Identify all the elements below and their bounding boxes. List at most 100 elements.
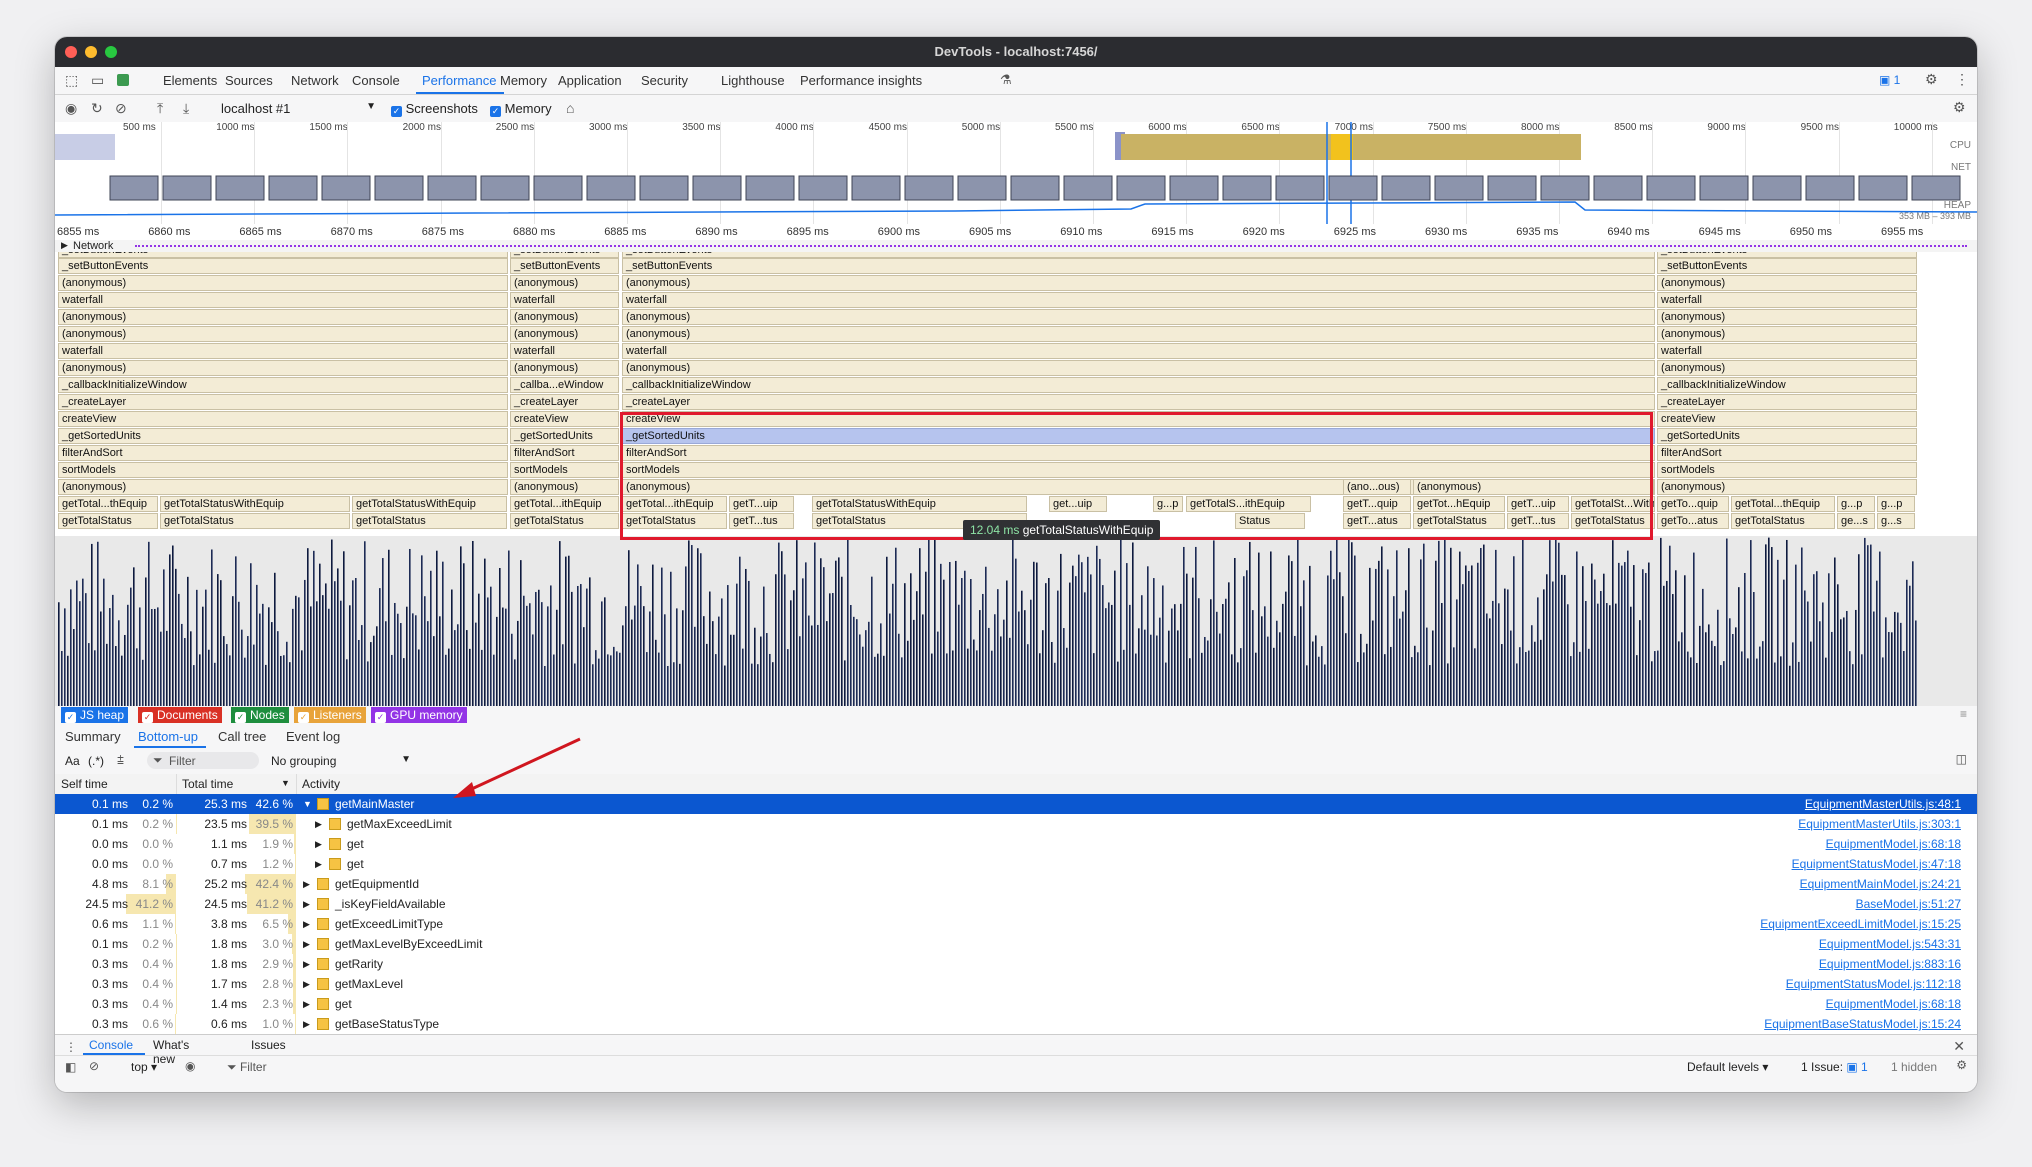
flame-leaf-bar[interactable]: getTotalStatus [352,513,507,529]
source-link[interactable]: EquipmentStatusModel.js:47:18 [1792,857,1961,871]
filter-input[interactable]: ⏷ Filter [147,752,259,769]
tab-elements[interactable]: Elements [163,73,217,88]
flame-chart[interactable]: _setButtonEvents_setButtonEvents(anonymo… [55,252,1977,706]
record-icon[interactable]: ◉ [65,100,77,117]
flame-bar[interactable]: waterfall [622,292,1655,308]
source-link[interactable]: BaseModel.js:51:27 [1856,897,1961,911]
expand-toggle-icon[interactable]: ▶ [315,839,322,850]
screenshot-thumbnail[interactable] [692,175,742,201]
table-row[interactable]: 0.3 ms 0.4 % 1.7 ms 2.8 % ▶ getMaxLevel Equipm… [55,974,1977,994]
flame-bar[interactable]: createView [510,411,619,427]
flame-bar[interactable]: _callba...eWindow [510,377,619,393]
source-link[interactable]: EquipmentStatusModel.js:112:18 [1786,977,1961,991]
flame-bar[interactable]: (anonymous) [58,479,508,495]
screenshot-thumbnail[interactable] [745,175,795,201]
tab-application[interactable]: Application [558,73,622,88]
device-toolbar-icon[interactable]: ▭ [91,72,104,89]
table-row[interactable]: 24.5 ms 41.2 % 24.5 ms 41.2 % ▶ _isKeyFieldAv… [55,894,1977,914]
expand-toggle-icon[interactable]: ▶ [315,859,322,870]
flame-leaf-bar[interactable]: getTotalStatus [160,513,350,529]
screenshot-thumbnail[interactable] [1593,175,1643,201]
screenshot-thumbnail[interactable] [215,175,265,201]
flame-bar[interactable]: _setButtonEvents [622,258,1655,274]
flame-bar[interactable]: (anonymous) [510,360,619,376]
sidebar-toggle-icon[interactable]: ◫ [1956,752,1967,766]
flame-leaf-bar[interactable]: getTotalStatusWithEquip [160,496,350,512]
source-link[interactable]: EquipmentModel.js:883:16 [1819,957,1961,971]
live-expression-eye-icon[interactable]: ◉ [185,1059,195,1073]
flame-bar[interactable]: (anonymous) [1657,479,1917,495]
source-link[interactable]: EquipmentMainModel.js:24:21 [1800,877,1961,891]
screenshot-thumbnail[interactable] [1275,175,1325,201]
flame-bar[interactable]: _createLayer [622,394,1655,410]
drawer-tab-issues[interactable]: Issues [251,1038,286,1052]
screenshot-thumbnail[interactable] [1063,175,1113,201]
flame-bar[interactable]: waterfall [58,292,508,308]
flame-bar[interactable]: (anonymous) [1657,360,1917,376]
tab-security[interactable]: Security [641,73,688,88]
subtab-call-tree[interactable]: Call tree [218,729,266,744]
expand-toggle-icon[interactable]: ▶ [315,819,322,830]
screenshots-checkbox[interactable]: ✓ Screenshots [391,101,478,117]
drawer-tab-console[interactable]: Console [89,1038,133,1052]
source-link[interactable]: EquipmentModel.js:68:18 [1826,997,1961,1011]
legend-item-gpu-memory[interactable]: ✓ GPU memory [371,707,467,723]
flame-leaf-bar[interactable]: getTo...quip [1657,496,1729,512]
settings-gear-icon[interactable]: ⚙ [1925,71,1938,88]
expand-toggle-icon[interactable]: ▼ [303,799,312,809]
screenshot-thumbnail[interactable] [1487,175,1537,201]
flame-bar[interactable]: waterfall [510,292,619,308]
flame-bar[interactable]: createView [1657,411,1917,427]
flame-bar[interactable]: _setButtonEvents [58,258,508,274]
flame-bar[interactable]: waterfall [622,343,1655,359]
flame-bar[interactable]: (anonymous) [58,309,508,325]
log-levels-select[interactable]: Default levels ▾ [1687,1060,1768,1074]
flame-bar[interactable]: _createLayer [58,394,508,410]
flame-bar[interactable]: _getSortedUnits [510,428,619,444]
screenshot-thumbnail[interactable] [1434,175,1484,201]
screenshot-thumbnail[interactable] [957,175,1007,201]
expand-toggle-icon[interactable]: ▶ [303,979,310,990]
screenshot-thumbnail[interactable] [851,175,901,201]
flame-bar[interactable]: _createLayer [1657,394,1917,410]
screenshot-thumbnail[interactable] [904,175,954,201]
legend-item-js-heap[interactable]: ✓ JS heap [61,707,129,723]
flame-leaf-bar[interactable]: getTotalStatusWithEquip [352,496,507,512]
subtab-event-log[interactable]: Event log [286,729,340,744]
tab-console[interactable]: Console [352,73,400,88]
flame-bar[interactable]: _setButtonEvents [1657,258,1917,274]
self-time-column-header[interactable]: Self time [61,777,108,791]
match-case-button[interactable]: Aa [65,754,80,768]
table-row[interactable]: 0.6 ms 1.1 % 3.8 ms 6.5 % ▶ getExceedLimitTyp… [55,914,1977,934]
download-icon[interactable]: ⤓ [183,100,189,117]
flame-bar[interactable]: (anonymous) [1657,326,1917,342]
tab-sources[interactable]: Sources [225,73,273,88]
flame-bar[interactable]: _setButtonEvents [510,258,619,274]
screenshot-thumbnail[interactable] [1540,175,1590,201]
expand-toggle-icon[interactable]: ▶ [303,1019,310,1030]
flame-bar[interactable]: (anonymous) [1657,309,1917,325]
screenshot-thumbnail[interactable] [586,175,636,201]
clear-console-icon[interactable]: ⊘ [89,1059,99,1073]
expand-toggle-icon[interactable]: ▶ [303,939,310,950]
flame-bar[interactable]: (anonymous) [58,326,508,342]
close-drawer-icon[interactable]: ✕ [1953,1038,1965,1055]
flame-bar[interactable]: (anonymous) [622,275,1655,291]
screenshot-thumbnail[interactable] [1381,175,1431,201]
total-time-column-header[interactable]: Total time [182,777,233,791]
flame-bar[interactable]: waterfall [1657,343,1917,359]
legend-item-nodes[interactable]: ✓ Nodes [231,707,289,723]
source-link[interactable]: EquipmentMasterUtils.js:48:1 [1805,797,1961,811]
flame-bar[interactable]: _callbackInitializeWindow [622,377,1655,393]
expand-toggle-icon[interactable]: ▶ [303,919,310,930]
flame-leaf-bar[interactable]: getTotal...thEquip [1731,496,1835,512]
issues-counter[interactable]: ▣ 1 [1879,73,1900,87]
issues-link[interactable]: 1 Issue: ▣ 1 [1801,1060,1868,1074]
flame-leaf-bar[interactable]: getTo...atus [1657,513,1729,529]
screenshot-thumbnail[interactable] [1752,175,1802,201]
console-filter-input[interactable]: ⏷ Filter [227,1060,267,1075]
flame-bar[interactable]: _getSortedUnits [1657,428,1917,444]
flame-bar[interactable]: createView [58,411,508,427]
screenshot-thumbnail[interactable] [1805,175,1855,201]
grouping-select[interactable]: No grouping ▼ [271,754,411,768]
